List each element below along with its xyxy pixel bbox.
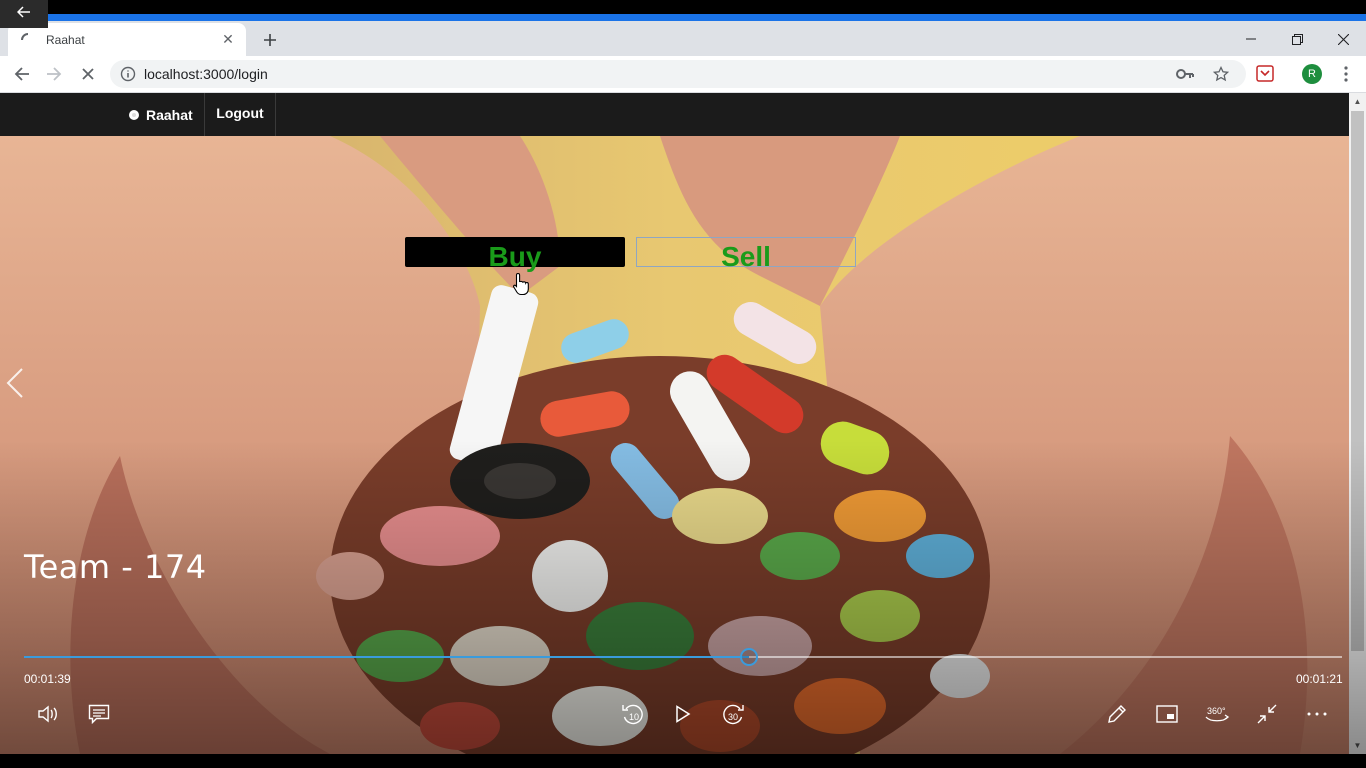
- logout-link[interactable]: Logout: [205, 93, 275, 133]
- hero-carousel: Buy Sell: [0, 136, 1349, 754]
- close-window-button[interactable]: [1320, 25, 1366, 53]
- svg-text:30: 30: [728, 712, 738, 722]
- rewind-10-icon: 10: [622, 704, 643, 725]
- tab-title: Raahat: [46, 32, 85, 47]
- captions-icon: [88, 704, 110, 724]
- 360-view-icon: 360°: [1205, 706, 1230, 722]
- browser-tabstrip: Raahat ✕: [0, 21, 1366, 56]
- more-options-button[interactable]: [1302, 699, 1332, 729]
- play-button[interactable]: [668, 699, 698, 729]
- exit-fullscreen-button[interactable]: [1252, 699, 1282, 729]
- site-navbar: Raahat Logout: [0, 93, 1349, 136]
- address-bar[interactable]: localhost:3000/login: [110, 60, 1246, 88]
- carousel-prev-icon[interactable]: [6, 368, 24, 398]
- back-button[interactable]: [10, 62, 34, 86]
- time-elapsed: 00:01:39: [24, 672, 71, 686]
- exit-fullscreen-icon: [1257, 704, 1277, 724]
- browser-menu-button[interactable]: [1334, 62, 1358, 86]
- seek-handle[interactable]: [739, 648, 758, 666]
- minimize-icon: [1246, 38, 1256, 40]
- bookmark-star-icon[interactable]: [1210, 63, 1232, 85]
- hero-image: [0, 136, 1349, 754]
- key-icon[interactable]: [1174, 63, 1196, 85]
- forward-30-icon: 30: [723, 704, 744, 725]
- buy-button[interactable]: Buy: [405, 237, 625, 272]
- stop-x-icon: [82, 68, 94, 80]
- profile-avatar[interactable]: R: [1302, 64, 1322, 84]
- edit-button[interactable]: [1102, 699, 1132, 729]
- hand-cursor-icon: [513, 272, 529, 296]
- new-tab-button[interactable]: [258, 28, 282, 52]
- arrow-left-icon: [14, 67, 29, 81]
- skip-back-10-button[interactable]: 10: [618, 699, 648, 729]
- info-icon[interactable]: [120, 66, 136, 82]
- tab-close-icon[interactable]: ✕: [220, 31, 236, 48]
- loading-spinner-icon: [21, 32, 29, 40]
- brand-name: Raahat: [146, 106, 193, 123]
- brand-logo-icon: [129, 109, 139, 120]
- captions-button[interactable]: [84, 699, 114, 729]
- view-360-button[interactable]: 360°: [1202, 699, 1232, 729]
- player-bottom-bar: [0, 754, 1366, 768]
- play-icon: [676, 705, 691, 723]
- forward-button[interactable]: [42, 62, 66, 86]
- restore-button[interactable]: [1274, 25, 1320, 53]
- close-icon: [1337, 33, 1349, 45]
- svg-text:360°: 360°: [1207, 706, 1226, 716]
- scrollbar-thumb[interactable]: [1351, 111, 1364, 651]
- mini-view-button[interactable]: [1152, 699, 1182, 729]
- player-top-bar: [0, 0, 1366, 14]
- extension-icon[interactable]: [1256, 64, 1274, 82]
- stop-loading-button[interactable]: [76, 62, 100, 86]
- skip-forward-30-button[interactable]: 30: [718, 699, 748, 729]
- video-title: Team - 174: [24, 548, 207, 586]
- volume-icon: [38, 705, 57, 723]
- restore-icon: [1291, 33, 1303, 45]
- screen: Raahat ✕ localhost:3000/login R Raahat L…: [0, 0, 1366, 768]
- time-remaining: 00:01:21: [1296, 672, 1343, 686]
- sell-button[interactable]: Sell: [636, 237, 856, 272]
- player-back-button[interactable]: [0, 0, 48, 28]
- scroll-up-arrow-icon[interactable]: ▲: [1349, 93, 1366, 110]
- volume-button[interactable]: [34, 699, 64, 729]
- more-horizontal-icon: [1307, 712, 1327, 716]
- brand-link[interactable]: Raahat: [118, 93, 203, 136]
- page-loading-bar: [0, 14, 1366, 21]
- pencil-icon: [1108, 705, 1126, 723]
- back-arrow-icon: [17, 6, 30, 18]
- minimize-button[interactable]: [1228, 25, 1274, 53]
- nav-divider: [275, 93, 276, 136]
- picture-in-picture-icon: [1156, 705, 1178, 723]
- plus-icon: [264, 34, 276, 46]
- more-vertical-icon: [1344, 66, 1348, 82]
- scroll-down-arrow-icon[interactable]: ▼: [1349, 737, 1366, 754]
- url-text: localhost:3000/login: [144, 66, 268, 82]
- seek-bar-fill: [24, 656, 749, 658]
- svg-text:10: 10: [629, 712, 639, 722]
- seek-bar[interactable]: [24, 648, 1342, 666]
- page-scrollbar[interactable]: ▲ ▼: [1349, 93, 1366, 754]
- browser-toolbar: localhost:3000/login R: [0, 56, 1366, 93]
- web-page: Raahat Logout Buy Sell: [0, 93, 1349, 754]
- arrow-right-icon: [47, 67, 62, 81]
